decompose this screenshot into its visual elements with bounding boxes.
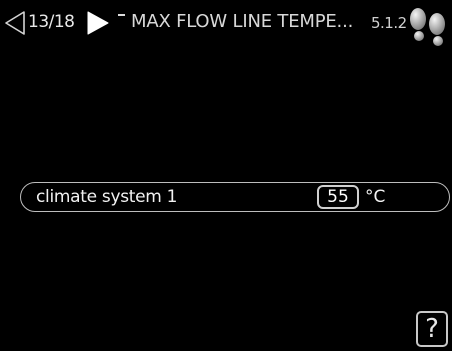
climate-system-1-setting-row[interactable]: climate system 1 55 °C <box>20 182 450 212</box>
back-arrow-icon[interactable] <box>4 11 26 35</box>
page-counter: 13/18 <box>28 12 75 32</box>
menu-title: MAX FLOW LINE TEMPE... <box>131 11 354 32</box>
unit-label: °C <box>365 187 386 207</box>
temperature-value-field[interactable]: 55 <box>317 185 359 209</box>
screen: 13/18 MAX FLOW LINE TEMPE... 5.1.2 clima… <box>0 0 452 351</box>
footprints-icon <box>410 8 445 46</box>
menu-number: 5.1.2 <box>371 14 407 32</box>
setting-label: climate system 1 <box>36 187 178 207</box>
help-button[interactable]: ? <box>416 311 448 347</box>
forward-arrow-icon[interactable] <box>86 11 110 35</box>
menu-level-icon <box>118 14 125 16</box>
header: 13/18 MAX FLOW LINE TEMPE... 5.1.2 <box>0 0 452 46</box>
